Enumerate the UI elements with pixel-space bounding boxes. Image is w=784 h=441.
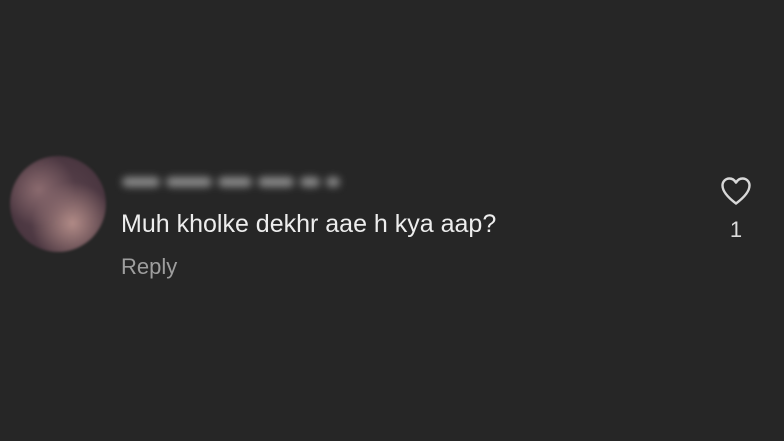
like-section: 1 bbox=[716, 176, 756, 246]
heart-icon[interactable] bbox=[720, 176, 752, 206]
username-blur-segment bbox=[218, 177, 252, 187]
username-blur-segment bbox=[258, 177, 294, 187]
username-blur-segment bbox=[166, 177, 212, 187]
comment-item: Muh kholke dekhr aae h kya aap? Reply 1 bbox=[0, 150, 784, 290]
username-blurred[interactable] bbox=[122, 172, 340, 192]
like-count: 1 bbox=[729, 217, 743, 242]
username-blur-segment bbox=[326, 177, 340, 187]
username-blur-segment bbox=[300, 177, 320, 187]
comment-text: Muh kholke dekhr aae h kya aap? bbox=[121, 210, 497, 238]
avatar[interactable] bbox=[10, 156, 106, 252]
reply-button[interactable]: Reply bbox=[121, 253, 177, 281]
username-blur-segment bbox=[122, 177, 160, 187]
comment-screen: Muh kholke dekhr aae h kya aap? Reply 1 bbox=[0, 0, 784, 441]
